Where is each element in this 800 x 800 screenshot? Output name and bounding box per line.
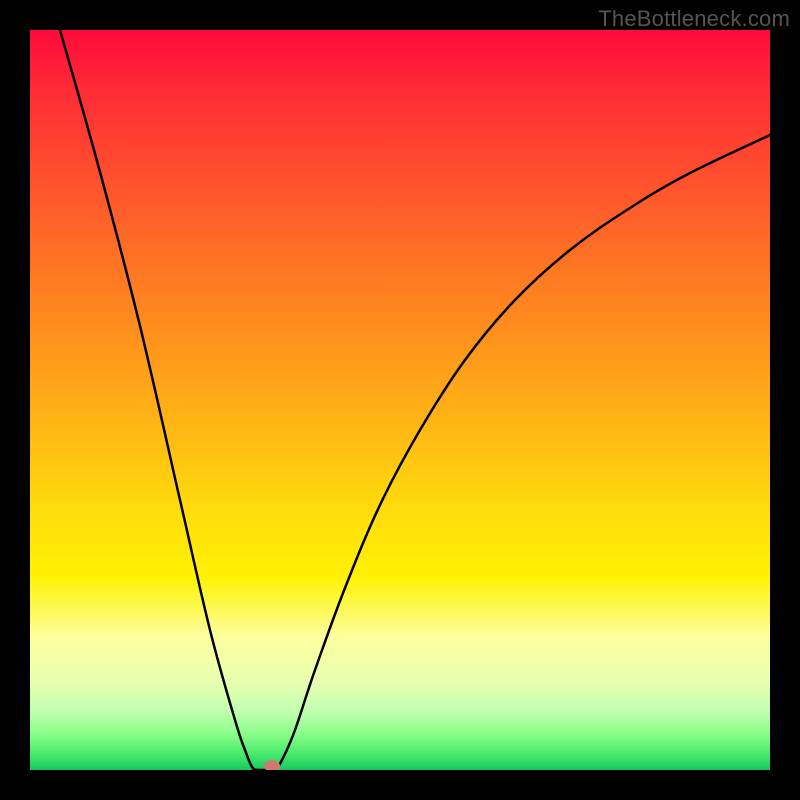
curve-right-branch	[276, 135, 770, 770]
curve-left-branch	[60, 30, 257, 770]
minimum-marker	[264, 760, 280, 770]
plot-area	[30, 30, 770, 770]
watermark-text: TheBottleneck.com	[598, 6, 790, 32]
chart-frame: TheBottleneck.com	[0, 0, 800, 800]
bottleneck-curve	[30, 30, 770, 770]
